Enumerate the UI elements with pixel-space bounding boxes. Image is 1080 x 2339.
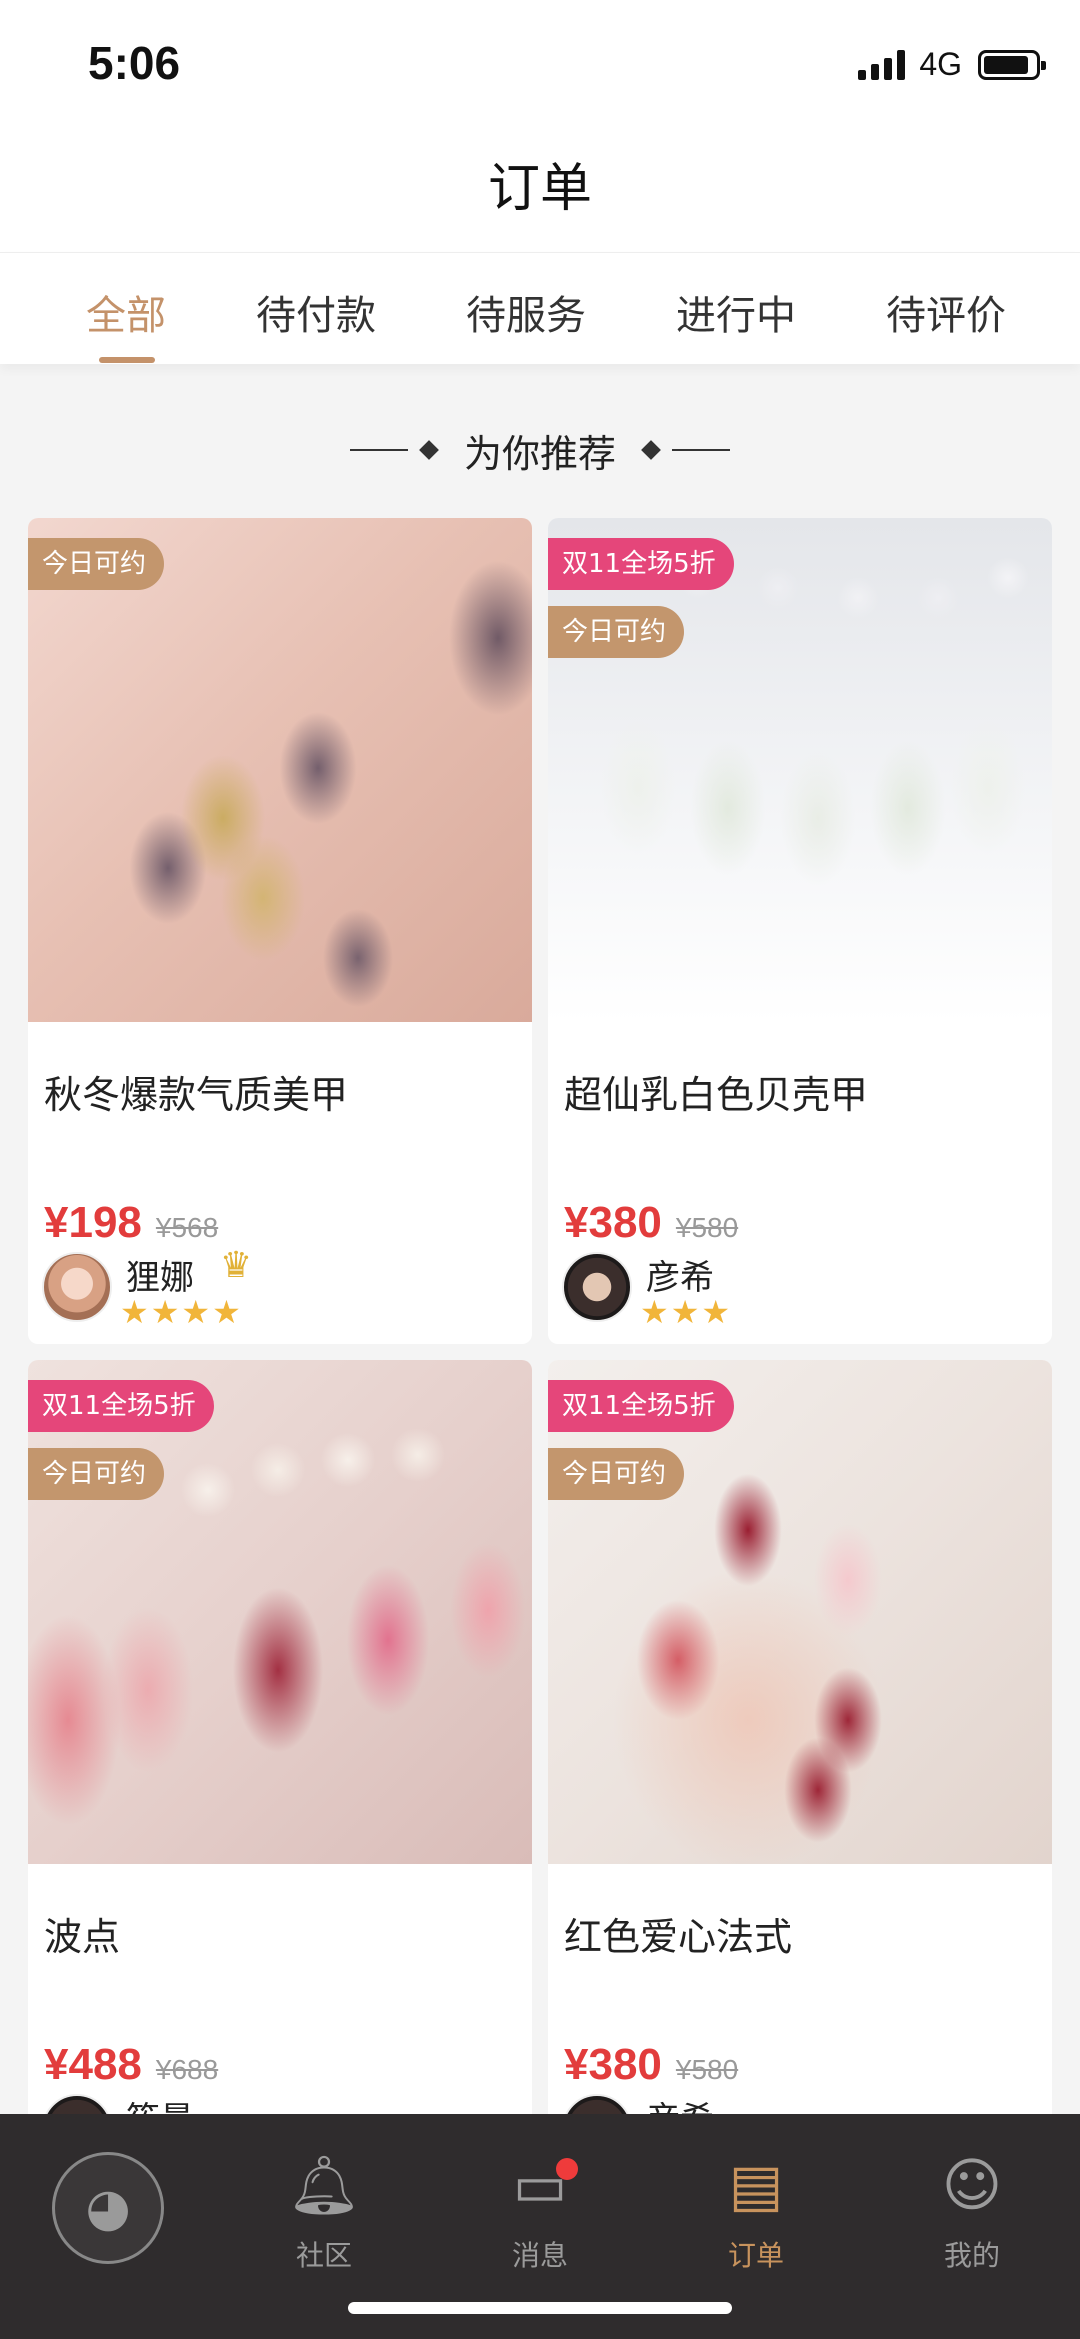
battery-icon [978, 49, 1046, 80]
avatar[interactable] [562, 1252, 632, 1322]
original-price: ¥580 [675, 2054, 739, 2085]
home-indicator[interactable] [348, 2302, 732, 2314]
status-indicators: 4G [858, 46, 1046, 83]
star-rating: ★ ★ ★ [640, 1296, 732, 1328]
price: ¥380 [564, 1198, 662, 1247]
star-rating: ★ ★ ★ ★ [120, 1296, 243, 1328]
diamond-icon [641, 440, 661, 460]
price: ¥488 [44, 2040, 142, 2089]
nav-profile[interactable]: ☺ 我的 [912, 2150, 1032, 2274]
recommend-title: 为你推荐 [463, 431, 616, 476]
network-type: 4G [919, 46, 962, 82]
original-price: ¥568 [155, 1212, 219, 1243]
nav-community[interactable]: 🔔︎ 社区 [264, 2150, 384, 2274]
price: ¥380 [564, 2040, 662, 2089]
price-row: ¥198 ¥568 [44, 1198, 218, 1248]
product-title: 红色爱心法式 [564, 1915, 793, 1959]
promo-badge: 双11全场5折 [548, 538, 734, 590]
tab-all[interactable]: 全部 [86, 283, 166, 341]
tab-pending-service[interactable]: 待服务 [466, 283, 586, 341]
product-image [548, 1360, 1052, 1864]
avatar[interactable] [42, 1252, 112, 1322]
product-card[interactable]: 双11全场5折 今日可约 超仙乳白色贝壳甲 ¥380 ¥580 彦希 ★ ★ ★ [548, 518, 1052, 1344]
product-title: 秋冬爆款气质美甲 [44, 1073, 349, 1117]
notification-dot [556, 2158, 578, 2180]
nav-label: 订单 [727, 2239, 784, 2272]
clipboard-icon: ▤ [728, 2151, 784, 2219]
face-icon: ☺ [941, 2151, 1003, 2219]
order-tabs: 全部 待付款 待服务 进行中 待评价 [0, 252, 1080, 364]
status-bar: 5:06 4G [0, 0, 1080, 130]
product-card[interactable]: 今日可约 秋冬爆款气质美甲 ¥198 ¥568 狸娜 ♛ ★ ★ ★ ★ [28, 518, 532, 1344]
star-icon: ★ [670, 1293, 700, 1331]
today-available-badge: 今日可约 [28, 538, 165, 590]
page-header: 订单 [0, 130, 1080, 252]
today-available-badge: 今日可约 [28, 1448, 165, 1500]
author-name[interactable]: 彦希 [646, 1250, 714, 1299]
nav-orders[interactable]: ▤ 订单 [696, 2150, 816, 2274]
recommend-heading: 为你推荐 [0, 420, 1080, 480]
nav-label: 社区 [295, 2239, 352, 2272]
product-card[interactable]: 双11全场5折 今日可约 红色爱心法式 ¥380 ¥580 彦希 [548, 1360, 1052, 2186]
divider-right [672, 449, 730, 451]
today-available-badge: 今日可约 [548, 1448, 685, 1500]
divider-left [349, 449, 408, 451]
tab-in-progress[interactable]: 进行中 [676, 283, 796, 341]
price-row: ¥380 ¥580 [564, 1198, 738, 1248]
product-card[interactable]: 双11全场5折 今日可约 波点 ¥488 ¥688 筱曼 [28, 1360, 532, 2186]
original-price: ¥688 [155, 2054, 219, 2085]
product-title: 超仙乳白色贝壳甲 [564, 1073, 869, 1117]
author-name[interactable]: 狸娜 [126, 1250, 194, 1299]
star-icon: ★ [150, 1293, 180, 1331]
price-row: ¥380 ¥580 [564, 2040, 738, 2090]
bell-icon: 🔔︎ [287, 2151, 361, 2219]
signal-icon [858, 49, 906, 80]
product-image [28, 1360, 532, 1864]
active-tab-indicator [99, 357, 155, 363]
status-time: 5:06 [88, 37, 181, 89]
star-icon: ★ [120, 1293, 149, 1331]
nav-messages[interactable]: ▭ 消息 [480, 2150, 600, 2274]
price: ¥198 [44, 1198, 142, 1247]
home-mascot-icon[interactable]: ◕ [52, 2152, 164, 2264]
nav-label: 消息 [511, 2239, 568, 2272]
tab-pending-review[interactable]: 待评价 [886, 283, 1006, 341]
product-title: 波点 [44, 1915, 121, 1959]
star-icon: ★ [640, 1293, 669, 1331]
promo-badge: 双11全场5折 [548, 1380, 734, 1432]
product-image [548, 518, 1052, 1022]
promo-badge: 双11全场5折 [28, 1380, 214, 1432]
star-icon: ★ [181, 1293, 211, 1331]
page-title: 订单 [487, 159, 592, 219]
vip-crown-icon: ♛ [219, 1245, 253, 1286]
price-row: ¥488 ¥688 [44, 2040, 218, 2090]
today-available-badge: 今日可约 [548, 606, 685, 658]
tab-pending-payment[interactable]: 待付款 [256, 283, 376, 341]
original-price: ¥580 [675, 1212, 739, 1243]
nav-label: 我的 [943, 2239, 1000, 2272]
star-icon: ★ [212, 1293, 241, 1331]
product-image [28, 518, 532, 1022]
diamond-icon [419, 440, 439, 460]
star-icon: ★ [701, 1293, 731, 1331]
chat-icon: ▭ [512, 2151, 568, 2219]
